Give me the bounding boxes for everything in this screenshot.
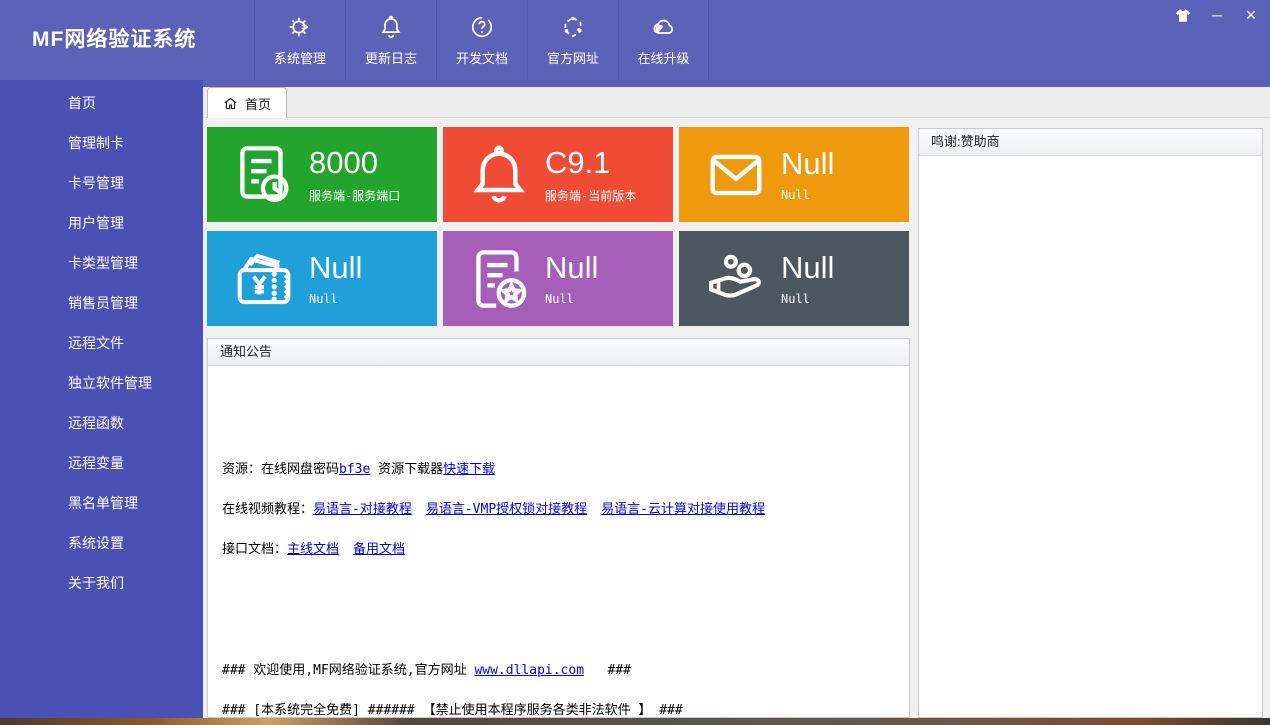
video-tutorial-link-3[interactable]: 易语言-云计算对接使用教程: [601, 502, 765, 517]
tile-license: Null Null: [443, 231, 673, 326]
window-controls: ─ ✕: [1174, 6, 1260, 24]
tile-value: 8000: [309, 146, 400, 180]
sidebar-item-users[interactable]: 用户管理: [0, 203, 203, 243]
quick-download-link[interactable]: 快速下载: [443, 462, 495, 477]
nav-label: 更新日志: [365, 48, 417, 67]
video-tutorial-link-1[interactable]: 易语言-对接教程: [313, 502, 412, 517]
nav-label: 开发文档: [456, 48, 508, 67]
backup-doc-link[interactable]: 备用文档: [353, 542, 405, 557]
close-button[interactable]: ✕: [1242, 6, 1260, 24]
tab-home[interactable]: 首页: [207, 87, 287, 118]
nav-label: 官方网址: [547, 48, 599, 67]
mail-icon: [705, 144, 769, 206]
tile-value: Null: [781, 251, 834, 285]
sponsor-panel-body: [919, 156, 1262, 717]
nav-label: 系统管理: [274, 48, 326, 67]
nav-item-update-log[interactable]: 更新日志: [345, 0, 436, 80]
sidebar-item-card-number[interactable]: 卡号管理: [0, 163, 203, 203]
sidebar-item-about[interactable]: 关于我们: [0, 563, 203, 603]
app-window: MF网络验证系统 系统管理: [0, 0, 1270, 725]
dashboard-tiles: 8000 服务端-服务端口 C9.1 服务端-当前版本: [207, 127, 909, 326]
sidebar-item-home[interactable]: 首页: [0, 83, 203, 123]
cloud-icon: [650, 13, 678, 41]
tile-server-port: 8000 服务端-服务端口: [207, 127, 437, 222]
file-star-icon: [469, 246, 533, 312]
notice-line-resource: 资源：在线网盘密码bf3e 资源下载器快速下载: [222, 458, 495, 477]
doc-text: 接口文档：: [222, 542, 287, 557]
notice-line-welcome: ### 欢迎使用,MF网络验证系统,官方网址 www.dllapi.com ##…: [222, 659, 631, 678]
sidebar-item-settings[interactable]: 系统设置: [0, 523, 203, 563]
notice-panel-body: 资源：在线网盘密码bf3e 资源下载器快速下载 在线视频教程：易语言-对接教程易…: [208, 366, 909, 717]
tile-donate: Null Null: [679, 231, 909, 326]
tile-label: Null: [309, 292, 362, 306]
nav-item-official-site[interactable]: 官方网址: [527, 0, 618, 80]
desktop-edge-strip: [0, 718, 1270, 725]
tile-value: Null: [781, 147, 834, 181]
tile-label: 服务端-服务端口: [309, 187, 400, 204]
notice-line-free: ### [本系统完全免费] ###### 【禁止使用本程序服务各类非法软件 】 …: [222, 699, 683, 718]
official-site-link[interactable]: www.dllapi.com: [474, 663, 584, 678]
tile-mail: Null Null: [679, 127, 909, 222]
sponsor-panel: 鸣谢:赞助商: [918, 128, 1263, 718]
sponsor-panel-title: 鸣谢:赞助商: [919, 129, 1262, 156]
home-icon: [223, 96, 238, 111]
notice-panel-title: 通知公告: [208, 339, 909, 366]
help-icon: [469, 13, 495, 41]
sidebar-item-remote-files[interactable]: 远程文件: [0, 323, 203, 363]
tile-value: Null: [545, 251, 598, 285]
resource-text: 资源：在线网盘密码: [222, 462, 339, 477]
bell-icon: [378, 13, 404, 41]
sidebar-item-standalone-software[interactable]: 独立软件管理: [0, 363, 203, 403]
password-link[interactable]: bf3e: [339, 462, 370, 477]
sidebar-item-card-types[interactable]: 卡类型管理: [0, 243, 203, 283]
main-doc-link[interactable]: 主线文档: [287, 542, 339, 557]
ticket-yen-icon: [233, 247, 297, 311]
sidebar-item-card-making[interactable]: 管理制卡: [0, 123, 203, 163]
tab-bar: 首页: [203, 87, 1270, 118]
bell-icon: [469, 142, 533, 208]
nav-item-system-manage[interactable]: 系统管理: [254, 0, 345, 80]
resource-text-mid: 资源下载器: [370, 462, 443, 477]
gear-icon: [287, 13, 313, 41]
nav-label: 在线升级: [637, 48, 689, 67]
notice-line-video: 在线视频教程：易语言-对接教程易语言-VMP授权锁对接教程易语言-云计算对接使用…: [222, 498, 765, 517]
accent-strip: [203, 80, 1270, 87]
hand-coins-icon: [705, 249, 769, 309]
tile-label: Null: [781, 292, 834, 306]
sidebar-item-blacklist[interactable]: 黑名单管理: [0, 483, 203, 523]
header-bar: MF网络验证系统 系统管理: [0, 0, 1270, 80]
sidebar-item-salesmen[interactable]: 销售员管理: [0, 283, 203, 323]
tile-server-version: C9.1 服务端-当前版本: [443, 127, 673, 222]
sidebar-item-remote-functions[interactable]: 远程函数: [0, 403, 203, 443]
video-text: 在线视频教程：: [222, 502, 313, 517]
nav-item-online-upgrade[interactable]: 在线升级: [618, 0, 709, 80]
minimize-button[interactable]: ─: [1208, 6, 1226, 24]
theme-skin-button[interactable]: [1174, 6, 1192, 24]
file-clock-icon: [233, 142, 297, 208]
tile-label: Null: [545, 292, 598, 306]
sidebar-item-remote-variables[interactable]: 远程变量: [0, 443, 203, 483]
top-nav: 系统管理 更新日志: [254, 0, 709, 80]
sidebar: 首页 管理制卡 卡号管理 用户管理 卡类型管理 销售员管理 远程文件 独立软件管…: [0, 80, 203, 718]
welcome-text: ### 欢迎使用,MF网络验证系统,官方网址: [222, 663, 474, 678]
video-tutorial-link-2[interactable]: 易语言-VMP授权锁对接教程: [426, 502, 587, 517]
nav-item-dev-docs[interactable]: 开发文档: [436, 0, 527, 80]
tile-value: Null: [309, 251, 362, 285]
tab-label: 首页: [245, 94, 271, 113]
tile-label: Null: [781, 188, 834, 202]
tile-ticket: Null Null: [207, 231, 437, 326]
notice-panel: 通知公告 资源：在线网盘密码bf3e 资源下载器快速下载 在线视频教程：易语言-…: [207, 338, 910, 718]
network-icon: [560, 13, 586, 41]
tile-label: 服务端-当前版本: [545, 187, 636, 204]
welcome-text-suffix: ###: [584, 663, 631, 678]
tile-value: C9.1: [545, 146, 636, 180]
main-area: 首页 8000 服务端-服务端口: [203, 80, 1270, 718]
notice-line-doc: 接口文档：主线文档备用文档: [222, 538, 405, 557]
app-title: MF网络验证系统: [32, 0, 196, 80]
